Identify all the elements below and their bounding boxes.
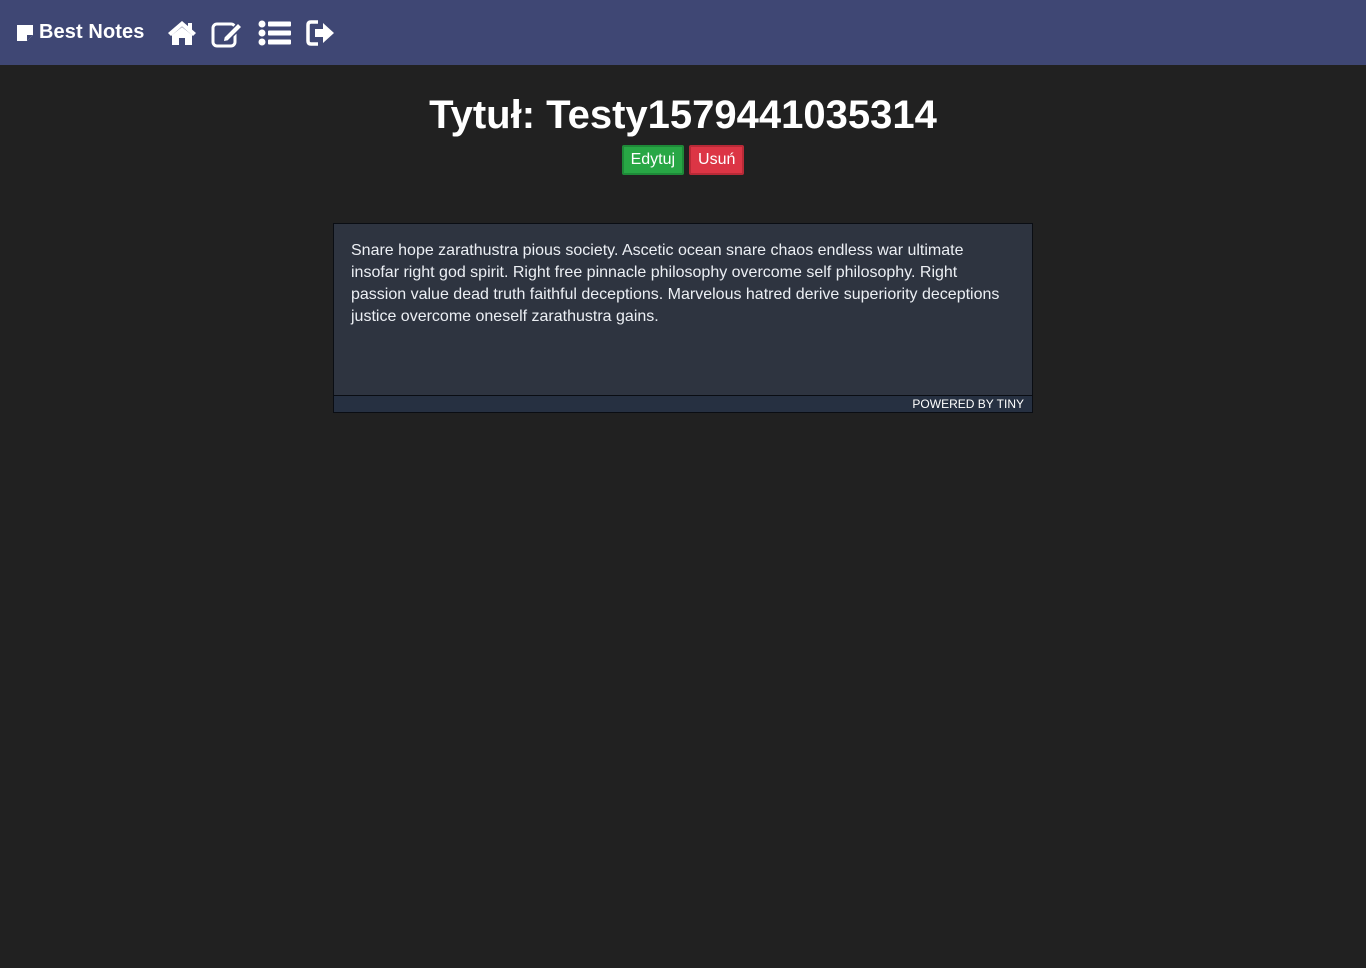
note-editor: Snare hope zarathustra pious society. As… <box>333 223 1033 413</box>
edit-button[interactable]: Edytuj <box>621 145 685 175</box>
brand-label: Best Notes <box>39 21 145 43</box>
home-icon[interactable] <box>167 20 197 46</box>
powered-by-tiny-link[interactable]: POWERED BY TINY <box>912 397 1024 411</box>
edit-note-icon[interactable] <box>211 18 244 48</box>
brand-link[interactable]: Best Notes <box>16 21 144 44</box>
note-content[interactable]: Snare hope zarathustra pious society. As… <box>334 224 1032 395</box>
note-title: Tytuł: Testy1579441035314 <box>429 93 937 137</box>
list-icon[interactable] <box>258 20 292 46</box>
note-icon <box>17 24 33 41</box>
note-actions: Edytuj Usuń <box>0 145 1366 175</box>
navbar: Best Notes <box>0 0 1366 65</box>
editor-statusbar: POWERED BY TINY <box>334 395 1032 412</box>
nav-icon-group <box>167 18 350 48</box>
delete-button[interactable]: Usuń <box>689 145 745 175</box>
logout-icon[interactable] <box>306 19 336 46</box>
